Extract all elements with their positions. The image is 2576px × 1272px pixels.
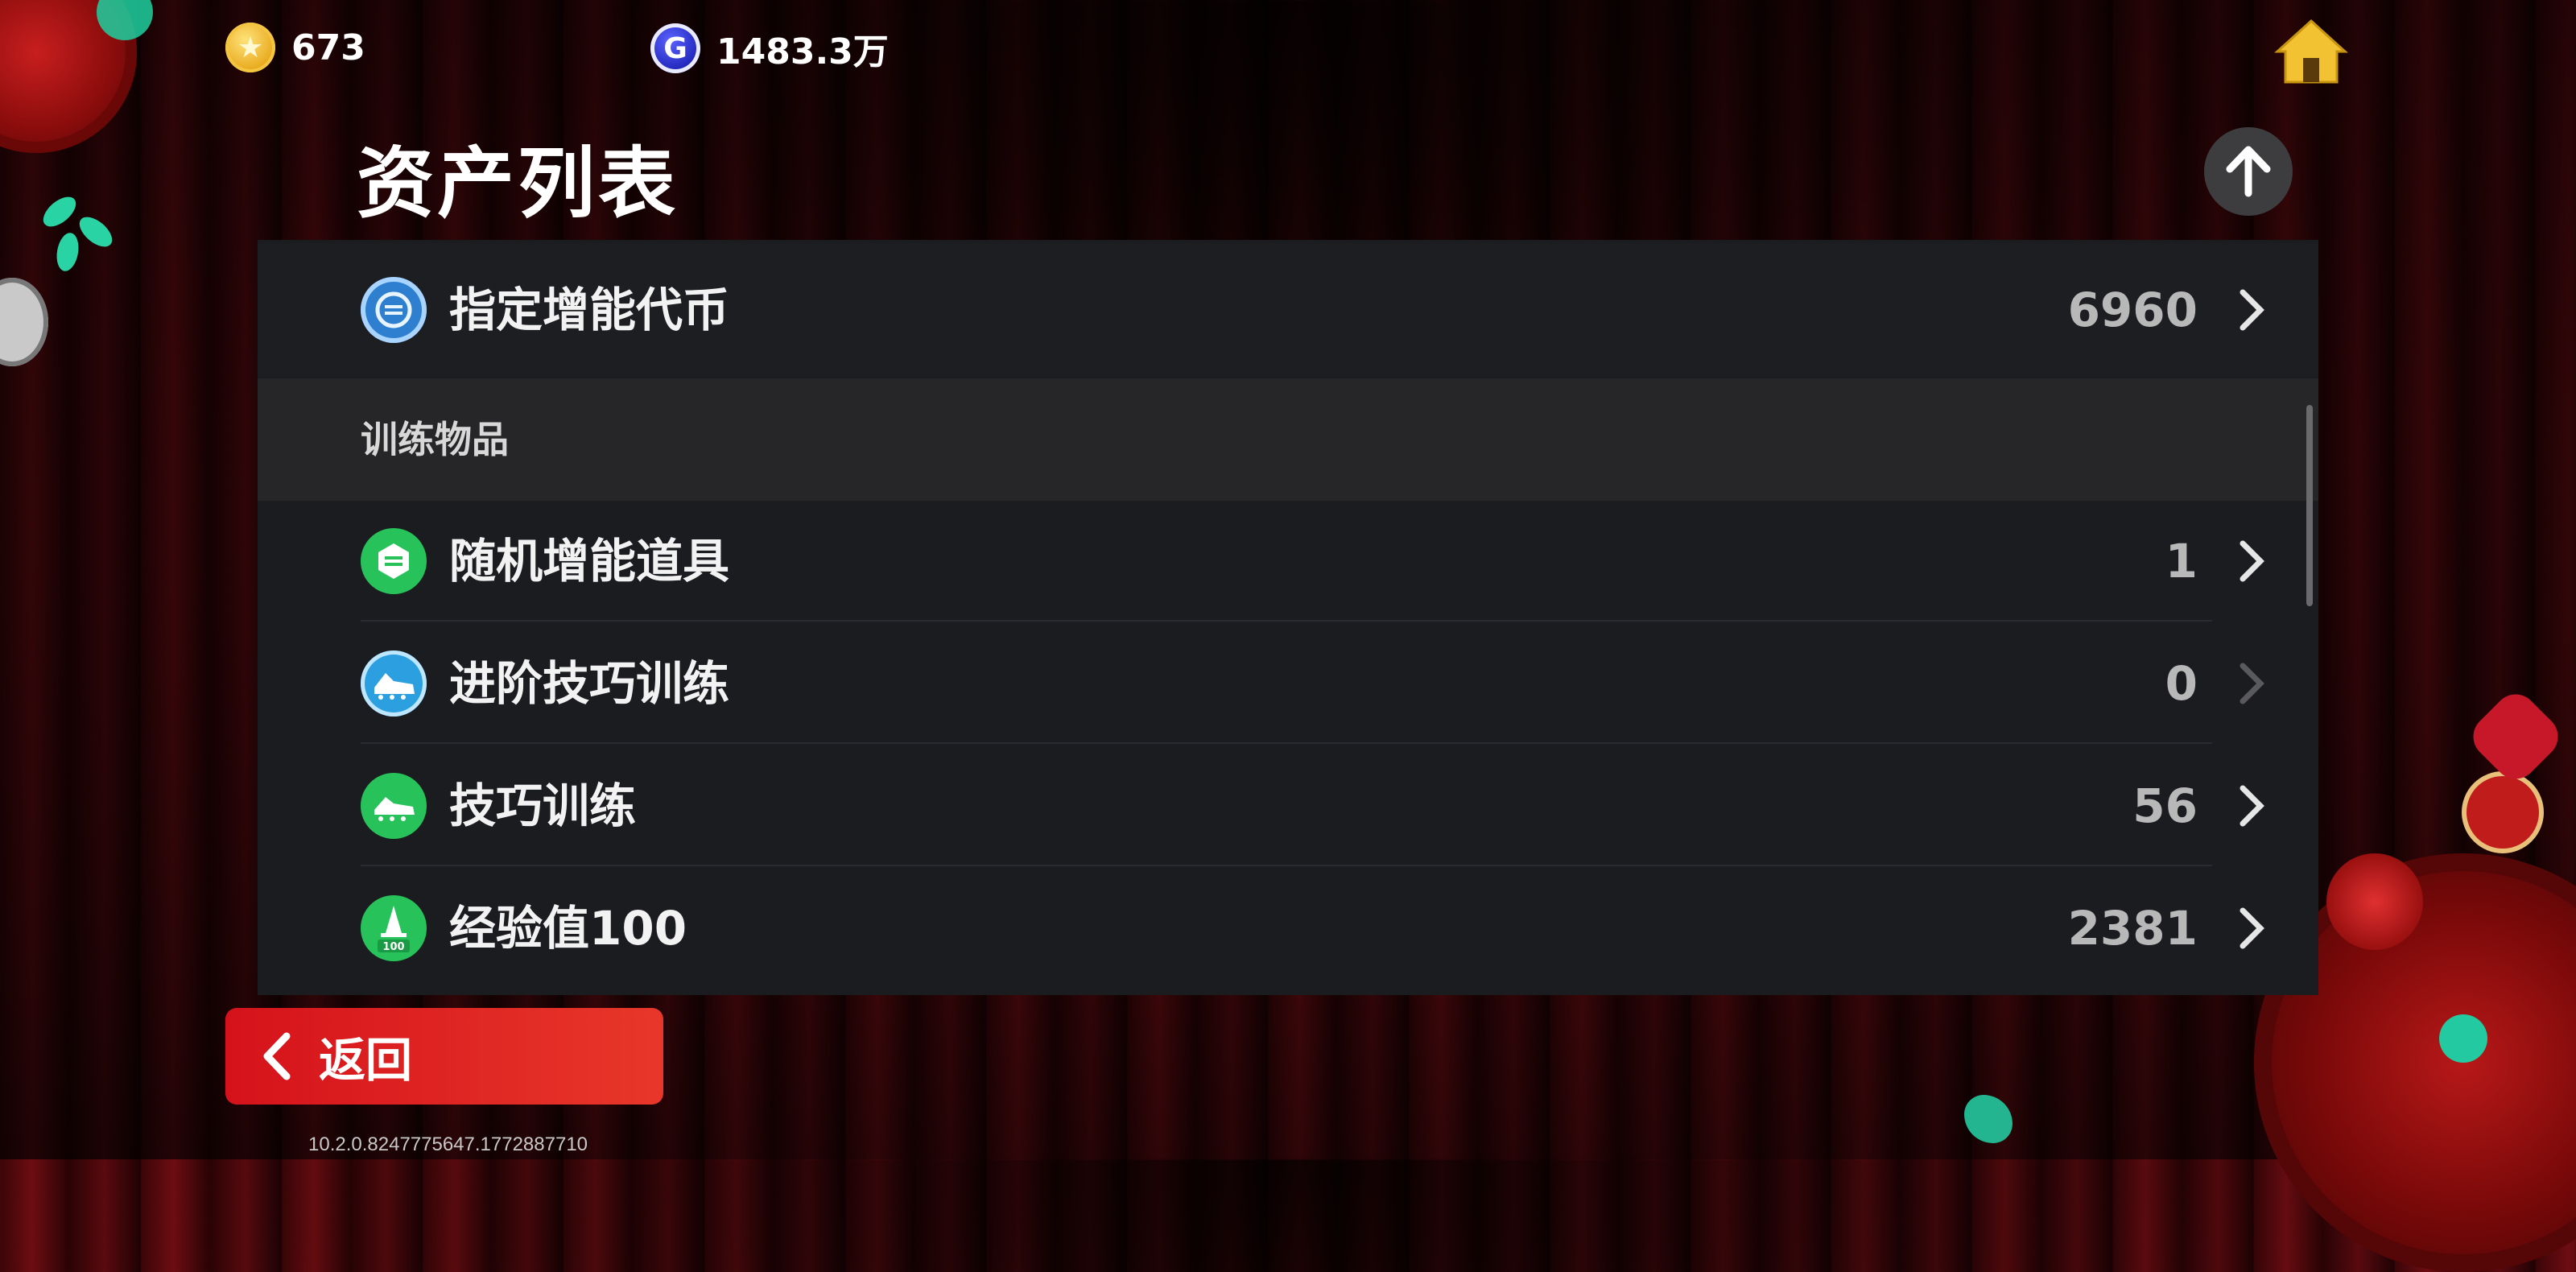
chevron-right-icon: [2240, 907, 2264, 949]
back-button[interactable]: 返回: [225, 1008, 663, 1105]
item-count: 1: [2165, 534, 2198, 589]
section-title: 训练物品: [361, 418, 509, 461]
list-item-skill-training[interactable]: 技巧训练 56: [258, 745, 2318, 866]
list-item-exp-100[interactable]: 100 经验值100 2381: [258, 868, 2318, 989]
decorative-lantern: [2462, 771, 2544, 853]
back-label: 返回: [319, 1033, 413, 1088]
random-boost-icon: [361, 528, 427, 594]
list-item-advanced-skill-training[interactable]: 进阶技巧训练 0: [258, 623, 2318, 744]
list-item-random-boost[interactable]: 随机增能道具 1: [258, 501, 2318, 622]
list-item-boost-token[interactable]: 指定增能代币 6960: [258, 243, 2318, 377]
chevron-left-icon: [263, 1032, 291, 1080]
gpoint-value: 1483.3万: [716, 31, 889, 72]
decorative-flower: [2464, 685, 2567, 788]
decorative-leaf: [38, 191, 81, 233]
star-coin-icon: ★: [225, 23, 275, 72]
chevron-right-icon: [2240, 289, 2264, 331]
decorative-leaf: [54, 231, 81, 273]
arrow-up-icon: [2226, 146, 2271, 197]
chevron-right-icon: [2240, 540, 2264, 582]
coin-value: 673: [291, 27, 365, 68]
scroll-top-button[interactable]: [2204, 127, 2293, 216]
boost-token-icon: [361, 277, 427, 343]
home-button[interactable]: [2274, 18, 2348, 85]
item-count: 0: [2165, 656, 2198, 711]
cone-icon-text: 100: [382, 941, 404, 953]
coin-balance: ★ 673: [225, 23, 365, 72]
version-text: 10.2.0.8247775647.1772887710: [308, 1134, 588, 1155]
item-count: 56: [2132, 778, 2198, 833]
item-count: 6960: [2067, 283, 2198, 337]
chevron-right-icon: [2240, 663, 2264, 704]
decorative-teal-leaf: [1964, 1095, 2013, 1143]
item-count: 2381: [2067, 901, 2198, 956]
item-label: 指定增能代币: [449, 283, 730, 337]
item-label: 技巧训练: [449, 778, 637, 833]
home-icon: [2274, 19, 2348, 84]
cone-icon: 100: [361, 895, 427, 961]
gpoint-balance: G 1483.3万: [650, 23, 889, 74]
row-divider: [361, 865, 2212, 866]
item-label: 随机增能道具: [449, 534, 730, 589]
side-avatar[interactable]: [0, 278, 48, 366]
item-label: 经验值100: [449, 901, 687, 956]
asset-list-panel: 指定增能代币 6960 训练物品 随机增能道具 1 进阶技巧训练 0 技巧训练 …: [258, 240, 2318, 995]
row-divider: [361, 742, 2212, 744]
boot-icon: [361, 773, 427, 839]
chevron-right-icon: [2240, 785, 2264, 827]
decorative-leaf: [74, 211, 118, 253]
g-coin-icon: G: [650, 23, 700, 73]
decorative-lantern: [2326, 853, 2423, 950]
decorative-teal-circle: [2439, 1014, 2487, 1063]
row-divider: [361, 620, 2212, 622]
page-title: 资产列表: [357, 138, 679, 229]
section-header-training-items: 训练物品: [258, 378, 2318, 501]
advanced-boot-icon: [361, 650, 427, 717]
item-label: 进阶技巧训练: [449, 656, 730, 711]
